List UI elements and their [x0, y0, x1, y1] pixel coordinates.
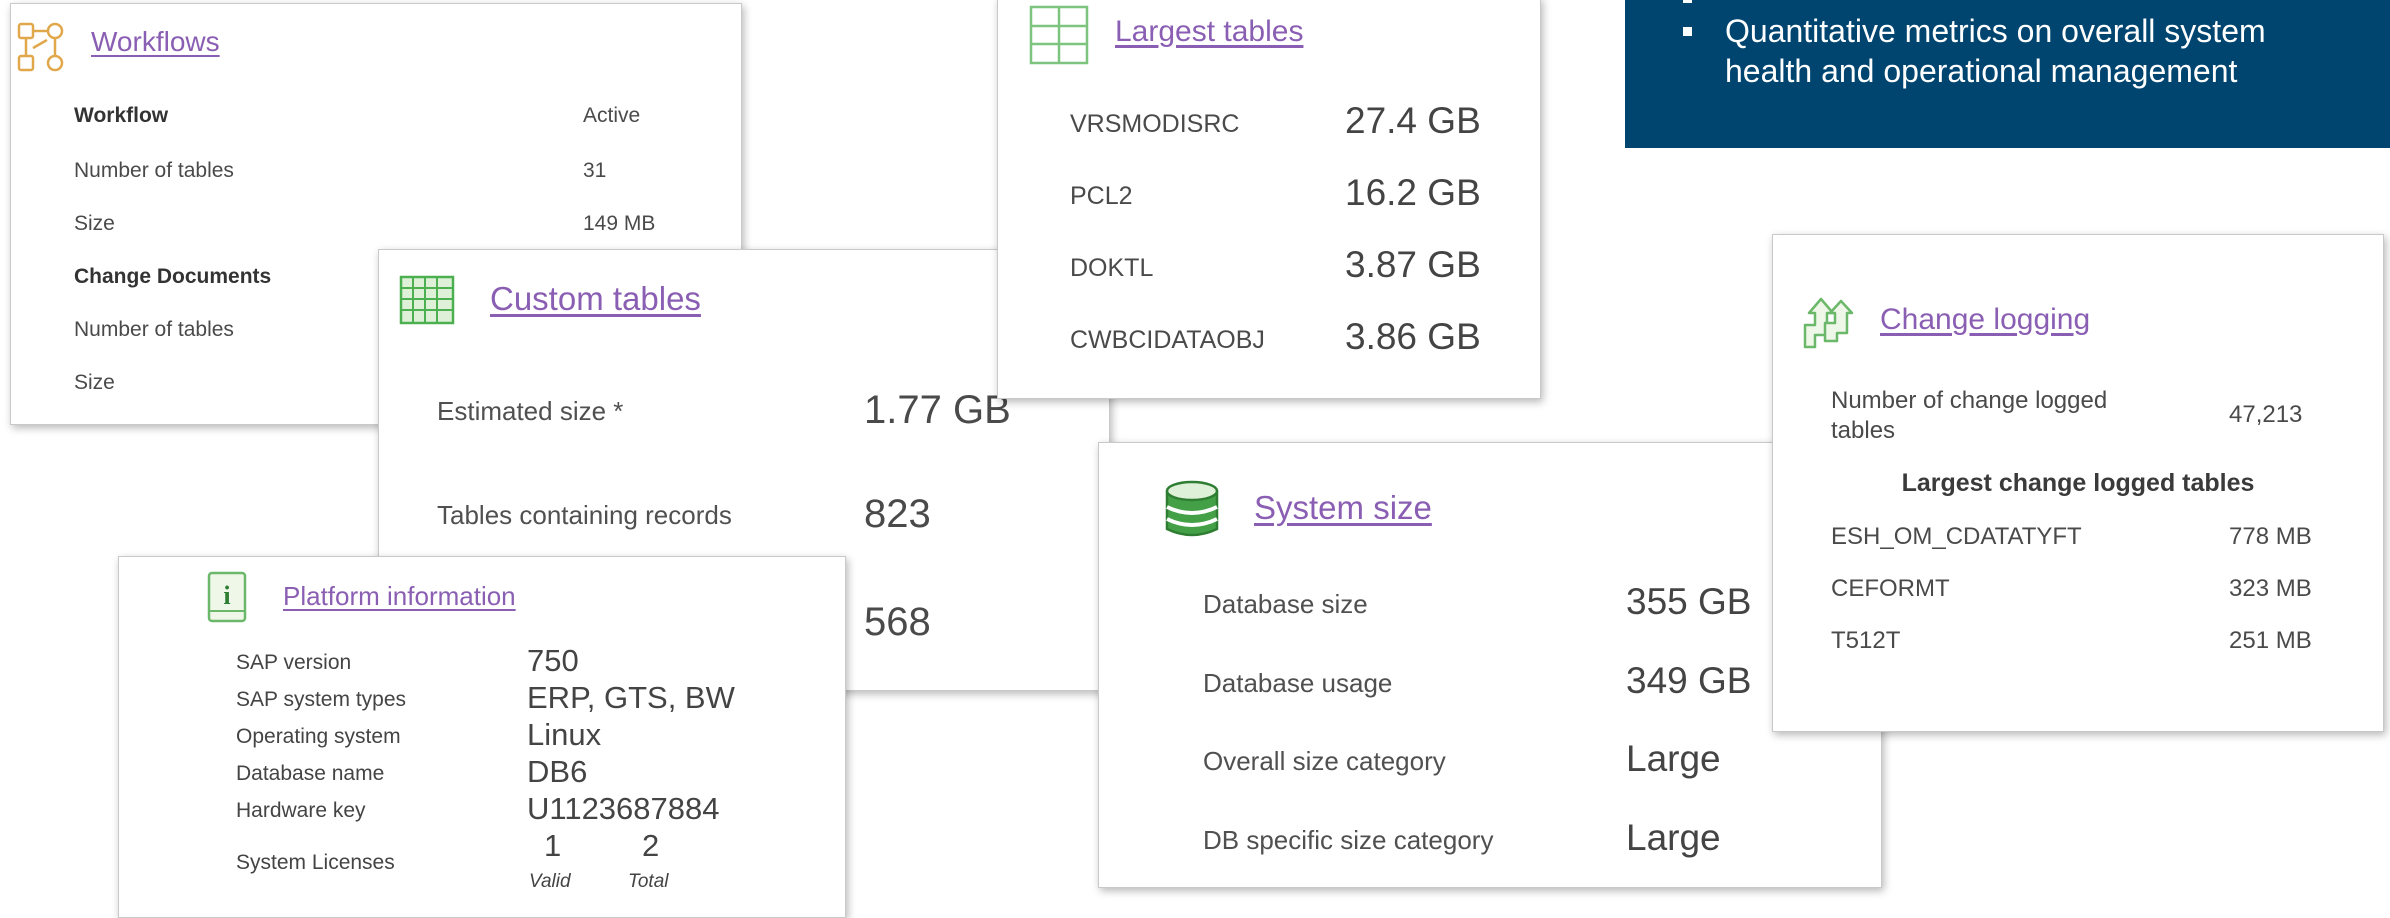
banner-line-1: Quantitative metrics on overall system	[1725, 13, 2266, 49]
largest-table-name: DOKTL	[1070, 254, 1154, 282]
database-usage-label: Database usage	[1203, 668, 1393, 698]
info-icon: i	[207, 571, 247, 623]
licenses-valid-caption: Valid	[529, 871, 571, 892]
db-specific-size-category-value: Large	[1626, 817, 1721, 858]
change-logged-table-size: 778 MB	[2229, 523, 2312, 550]
cd-number-of-tables-label: Number of tables	[74, 318, 234, 341]
largest-tables-card: Largest tables VRSMODISRC 27.4 GB PCL2 1…	[997, 0, 1541, 399]
tables-containing-records-value: 823	[864, 492, 931, 536]
wf-number-of-tables-label: Number of tables	[74, 159, 234, 182]
largest-table-name: PCL2	[1070, 182, 1133, 210]
grid-table-icon	[399, 275, 455, 325]
wf-size-label: Size	[74, 212, 115, 235]
change-documents-label: Change Documents	[74, 265, 272, 288]
system-size-title[interactable]: System size	[1254, 489, 1432, 527]
workflow-value: Active	[583, 104, 641, 127]
overall-size-category-label: Overall size category	[1203, 746, 1446, 776]
largest-table-size: 3.86 GB	[1345, 316, 1481, 357]
operating-system-label: Operating system	[236, 725, 401, 748]
custom-tables-third-value: 568	[864, 600, 931, 644]
overall-size-category-value: Large	[1626, 738, 1721, 779]
platform-information-title[interactable]: Platform information	[283, 581, 516, 612]
database-icon	[1165, 480, 1219, 537]
database-name-label: Database name	[236, 762, 385, 785]
custom-tables-title[interactable]: Custom tables	[490, 280, 701, 318]
change-logged-table-name: ESH_OM_CDATATYFT	[1831, 523, 2082, 550]
table-icon	[1029, 5, 1089, 65]
largest-tables-title[interactable]: Largest tables	[1115, 15, 1303, 49]
bullet-icon	[1683, 27, 1692, 36]
largest-table-size: 3.87 GB	[1345, 244, 1481, 285]
change-logged-count-label: Number of change logged	[1831, 387, 2108, 414]
banner-line-2: health and operational management	[1725, 53, 2238, 89]
platform-information-card: i Platform information SAP version 750 S…	[118, 556, 846, 918]
workflow-icon	[17, 22, 64, 72]
hardware-key-value: U1123687884	[527, 791, 720, 826]
info-banner: Quantitative metrics on overall system h…	[1625, 0, 2390, 148]
sap-version-value: 750	[527, 643, 579, 678]
cd-size-label: Size	[74, 371, 115, 394]
tables-containing-records-label: Tables containing records	[437, 500, 732, 530]
change-logged-table-name: T512T	[1831, 627, 1901, 654]
largest-table-size: 27.4 GB	[1345, 100, 1481, 141]
change-logging-title[interactable]: Change logging	[1880, 303, 2090, 337]
hardware-key-label: Hardware key	[236, 799, 366, 822]
system-licenses-label: System Licenses	[236, 851, 395, 874]
change-logged-table-size: 323 MB	[2229, 575, 2312, 602]
sap-version-label: SAP version	[236, 651, 352, 674]
database-size-label: Database size	[1203, 589, 1368, 619]
change-arrows-icon	[1803, 297, 1854, 349]
database-usage-value: 349 GB	[1626, 660, 1752, 701]
licenses-total-caption: Total	[628, 871, 669, 892]
largest-change-logged-heading: Largest change logged tables	[1901, 469, 2255, 497]
database-size-value: 355 GB	[1626, 581, 1752, 622]
largest-table-name: CWBCIDATAOBJ	[1070, 326, 1265, 354]
workflow-label: Workflow	[74, 104, 169, 127]
change-logged-count-value: 47,213	[2229, 401, 2303, 428]
workflows-title[interactable]: Workflows	[91, 26, 220, 58]
operating-system-value: Linux	[527, 717, 602, 752]
change-logged-table-name: CEFORMT	[1831, 575, 1950, 602]
bullet-icon	[1683, 0, 1692, 3]
database-name-value: DB6	[527, 754, 588, 789]
system-size-card: System size Database size 355 GB Databas…	[1098, 442, 1882, 888]
wf-size-value: 149 MB	[583, 212, 656, 235]
change-logging-card: Change logging Number of change logged t…	[1772, 234, 2384, 732]
estimated-size-value: 1.77 GB	[864, 388, 1011, 432]
db-specific-size-category-label: DB specific size category	[1203, 825, 1494, 855]
sap-system-types-value: ERP, GTS, BW	[527, 680, 735, 715]
wf-number-of-tables-value: 31	[583, 159, 607, 182]
licenses-valid-value: 1	[544, 828, 562, 863]
licenses-total-value: 2	[642, 828, 660, 863]
largest-table-name: VRSMODISRC	[1070, 110, 1240, 138]
largest-table-size: 16.2 GB	[1345, 172, 1481, 213]
change-logged-count-label-cont: tables	[1831, 417, 1896, 444]
svg-text:i: i	[223, 581, 230, 610]
sap-system-types-label: SAP system types	[236, 688, 407, 711]
change-logged-table-size: 251 MB	[2229, 627, 2312, 654]
estimated-size-label: Estimated size *	[437, 396, 624, 426]
